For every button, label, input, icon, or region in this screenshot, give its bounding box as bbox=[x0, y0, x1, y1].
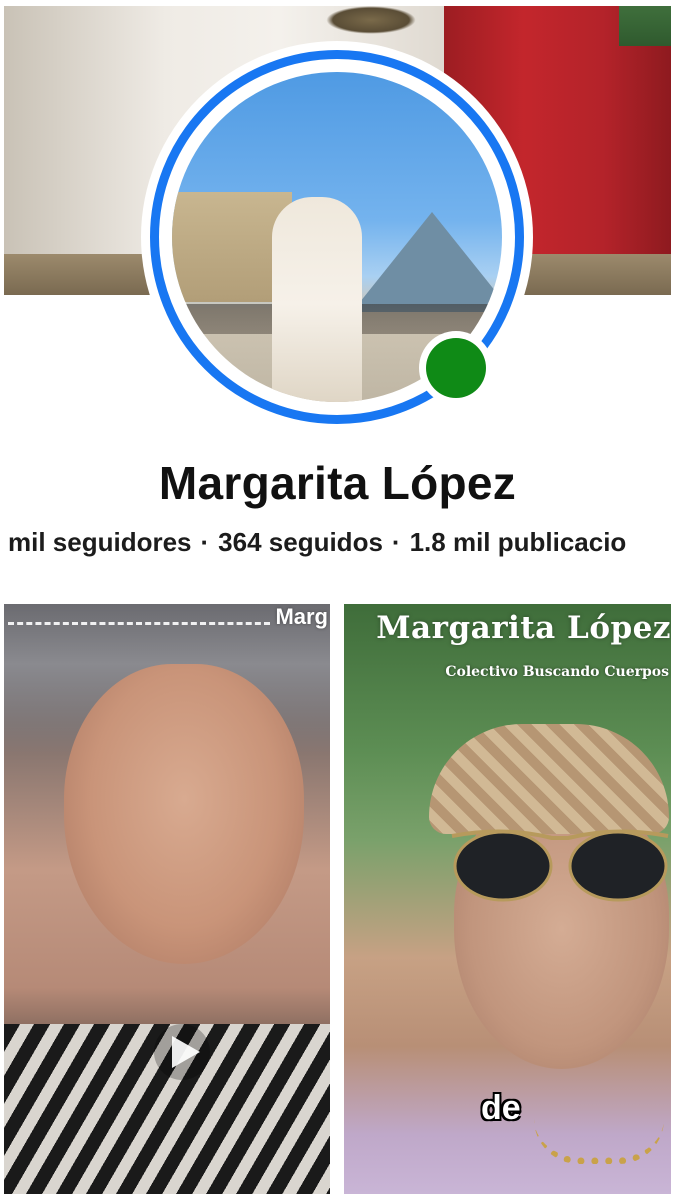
reel-2-overlay-subtitle: Colectivo Buscando Cuerpos bbox=[445, 664, 669, 680]
reel-thumbnail-1[interactable]: Marg bbox=[4, 604, 330, 1194]
avatar-person bbox=[272, 197, 362, 402]
avatar-bg-pyramid bbox=[352, 212, 502, 312]
play-icon[interactable] bbox=[154, 1024, 210, 1080]
profile-name: Margarita López bbox=[158, 457, 517, 509]
followers-count[interactable]: mil seguidores bbox=[8, 527, 192, 557]
following-count[interactable]: 364 seguidos bbox=[218, 527, 383, 557]
stats-separator: · bbox=[200, 527, 210, 557]
posts-count[interactable]: 1.8 mil publicacio bbox=[410, 527, 627, 557]
reel-2-caption: de bbox=[481, 1089, 521, 1127]
reel-2-overlay-title: Margarita López bbox=[376, 610, 671, 646]
cover-emblem bbox=[326, 6, 416, 34]
cover-drape-green bbox=[619, 6, 671, 46]
reel-1-overlay-text: Marg bbox=[275, 604, 328, 629]
reel-thumbnail-2[interactable]: Margarita López Colectivo Buscando Cuerp… bbox=[344, 604, 671, 1194]
stats-separator: · bbox=[391, 527, 401, 557]
online-status-indicator bbox=[419, 331, 493, 405]
sunglasses-graphic bbox=[451, 829, 669, 902]
reel-2-cap bbox=[429, 724, 669, 834]
profile-stats: mil seguidores · 364 seguidos · 1.8 mil publ… bbox=[8, 527, 673, 558]
reel-2-necklace bbox=[534, 1119, 664, 1164]
reel-1-face bbox=[64, 664, 304, 964]
